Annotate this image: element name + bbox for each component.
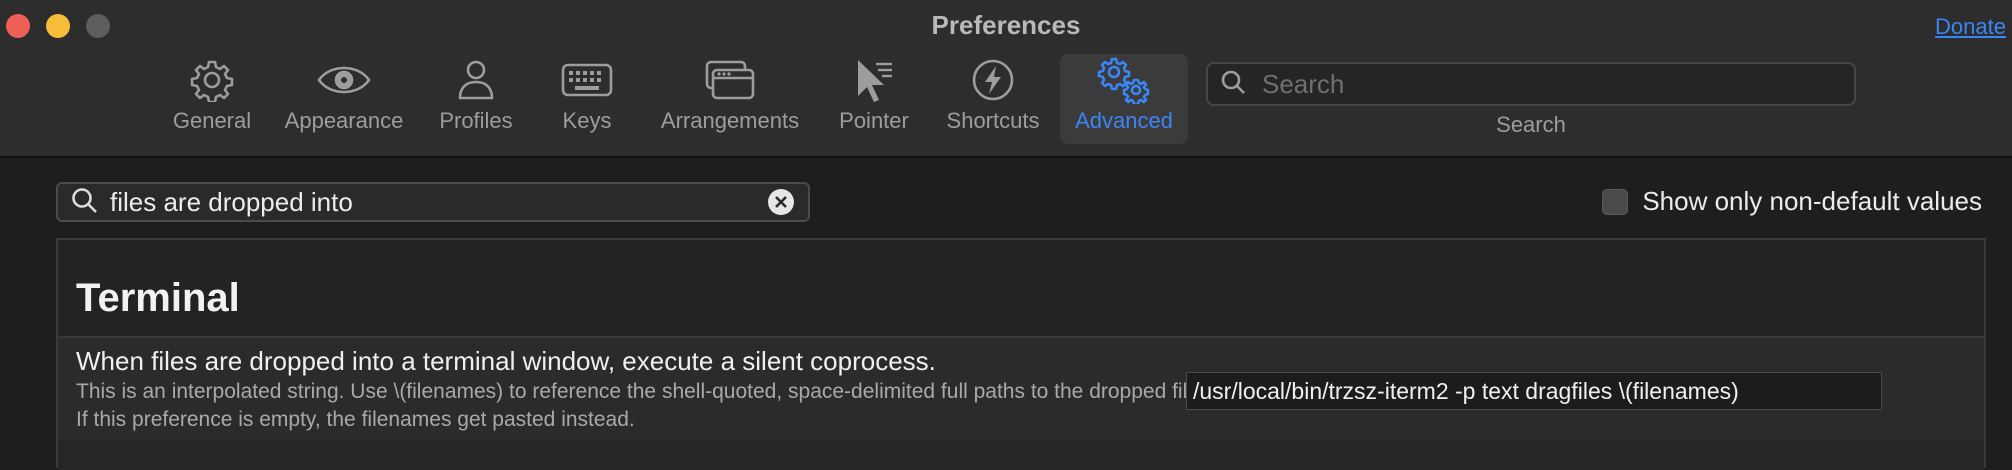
toolbar-search-label: Search xyxy=(1496,112,1566,137)
gears-icon xyxy=(1096,54,1152,106)
tab-label: Appearance xyxy=(284,108,404,133)
tab-appearance[interactable]: Appearance xyxy=(278,54,410,144)
tab-profiles[interactable]: Profiles xyxy=(432,54,520,144)
tab-keys[interactable]: Keys xyxy=(554,54,620,144)
section-title: Terminal xyxy=(76,276,240,320)
settings-filter-value[interactable]: files are dropped into xyxy=(110,187,768,218)
setting-row: When files are dropped into a terminal w… xyxy=(58,336,1984,440)
eye-icon xyxy=(316,54,372,106)
person-icon xyxy=(456,54,496,106)
windows-icon xyxy=(703,54,757,106)
tab-label: Keys xyxy=(562,108,612,133)
window-title: Preferences xyxy=(931,10,1081,40)
settings-filter-field[interactable]: files are dropped into xyxy=(56,182,810,222)
setting-description: This is an interpolated string. Use \(fi… xyxy=(76,380,1216,431)
setting-value-field[interactable] xyxy=(1186,372,1882,410)
tab-label: Profiles xyxy=(439,108,513,133)
toolbar-search-field[interactable] xyxy=(1206,62,1856,106)
show-nondefault-toggle[interactable]: Show only non-default values xyxy=(1602,186,1982,217)
tab-pointer[interactable]: Pointer xyxy=(832,54,916,144)
keyboard-icon xyxy=(561,54,613,106)
tab-arrangements[interactable]: Arrangements xyxy=(654,54,806,144)
next-setting-row xyxy=(58,440,1984,470)
tab-advanced[interactable]: Advanced xyxy=(1060,54,1188,144)
tab-label: Shortcuts xyxy=(946,108,1040,133)
toolbar-search-item: Search xyxy=(1206,62,1856,138)
toolbar: Preferences Donate General Appearance Pr… xyxy=(0,0,2012,158)
search-icon xyxy=(1220,69,1246,100)
show-nondefault-label: Show only non-default values xyxy=(1642,186,1982,216)
tab-shortcuts[interactable]: Shortcuts xyxy=(938,54,1048,144)
donate-link[interactable]: Donate xyxy=(1935,14,2006,40)
search-icon xyxy=(70,186,98,219)
toolbar-search-input[interactable] xyxy=(1260,67,1824,101)
tab-label: General xyxy=(172,108,252,133)
gear-icon xyxy=(190,54,234,106)
setting-title: When files are dropped into a terminal w… xyxy=(76,346,936,376)
lightning-icon xyxy=(971,54,1015,106)
tab-general[interactable]: General xyxy=(166,54,258,144)
clear-search-icon[interactable] xyxy=(768,189,794,215)
settings-panel: Terminal When files are dropped into a t… xyxy=(56,238,1986,470)
show-nondefault-checkbox[interactable] xyxy=(1602,188,1629,215)
tab-label: Advanced xyxy=(1075,108,1173,133)
tab-label: Arrangements xyxy=(660,108,800,133)
tab-label: Pointer xyxy=(839,108,909,133)
pointer-icon xyxy=(852,54,896,106)
